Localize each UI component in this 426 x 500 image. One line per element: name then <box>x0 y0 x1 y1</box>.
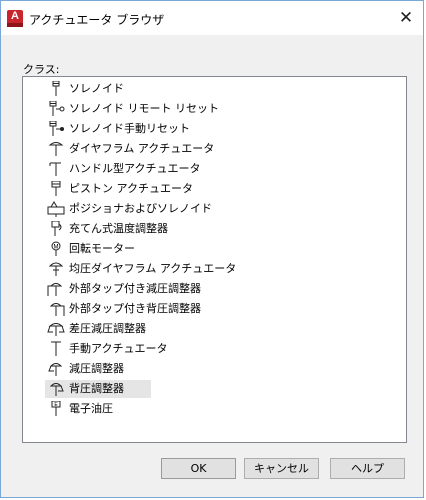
list-item-label: 電子油圧 <box>69 402 113 415</box>
list-item-label: ハンドル型アクチュエータ <box>69 162 201 175</box>
window-title: アクチュエータ ブラウザ <box>29 13 165 27</box>
list-item[interactable]: ピストン アクチュエータ <box>47 179 406 199</box>
list-item-label: ピストン アクチュエータ <box>69 182 193 195</box>
list-item-label: 差圧減圧調整器 <box>69 322 146 335</box>
close-icon: ✕ <box>398 8 414 28</box>
differential-reducing-regulator-icon <box>47 321 65 337</box>
solenoid-manual-reset-icon <box>47 120 65 137</box>
dialog-body: クラス: ソレノイドソレノイド リモート リセット ソレノイド手動リセットダイヤフ… <box>1 35 423 497</box>
svg-text:M: M <box>54 245 59 251</box>
positioner-solenoid-icon <box>47 201 65 217</box>
actuator-browser-dialog: A アクチュエータ ブラウザ ✕ クラス: ソレノイドソレノイド リモート リセ… <box>0 0 424 498</box>
list-item[interactable]: E 電子油圧 <box>47 399 406 419</box>
class-list: ソレノイドソレノイド リモート リセット ソレノイド手動リセットダイヤフラム アク… <box>45 79 406 419</box>
list-item[interactable]: 減圧調整器 <box>47 359 406 379</box>
list-item-label: 減圧調整器 <box>69 362 124 375</box>
list-item-label: ソレノイド手動リセット <box>69 122 190 135</box>
list-item[interactable]: ポジショナおよびソレノイド <box>47 199 406 219</box>
rotary-motor-icon: M <box>47 241 65 257</box>
list-item[interactable]: ダイヤフラム アクチュエータ <box>47 139 406 159</box>
ok-button[interactable]: OK <box>161 458 236 479</box>
list-item[interactable]: 背圧調整器 <box>45 379 406 399</box>
autocad-app-icon: A <box>7 10 23 27</box>
help-button[interactable]: ヘルプ <box>330 458 405 479</box>
class-label: クラス: <box>23 63 60 76</box>
list-item[interactable]: 外部タップ付き背圧調整器 <box>47 299 406 319</box>
filled-temperature-regulator-icon <box>47 220 65 237</box>
handle-actuator-icon <box>47 161 65 177</box>
list-item[interactable]: 外部タップ付き減圧調整器 <box>47 279 406 299</box>
list-item[interactable]: 均圧ダイヤフラム アクチュエータ <box>47 259 406 279</box>
list-item-label: ダイヤフラム アクチュエータ <box>69 142 215 155</box>
list-item[interactable]: ソレノイド <box>47 79 406 99</box>
list-item[interactable]: ハンドル型アクチュエータ <box>47 159 406 179</box>
list-item-label: 外部タップ付き背圧調整器 <box>69 302 201 315</box>
solenoid-remote-reset-icon <box>47 100 65 117</box>
external-tap-back-pressure-regulator-icon <box>47 301 65 317</box>
app-icon-letter: A <box>11 10 19 22</box>
piston-actuator-icon <box>47 180 65 197</box>
list-item[interactable]: ソレノイド リモート リセット <box>47 99 406 119</box>
balanced-diaphragm-actuator-icon <box>47 261 65 277</box>
list-item-label: 均圧ダイヤフラム アクチュエータ <box>69 262 237 275</box>
electro-hydraulic-icon: E <box>47 400 65 417</box>
list-item-label: 回転モーター <box>69 242 135 255</box>
class-listbox[interactable]: ソレノイドソレノイド リモート リセット ソレノイド手動リセットダイヤフラム アク… <box>22 76 407 443</box>
solenoid-icon <box>47 80 65 97</box>
list-item-label: 手動アクチュエータ <box>69 342 168 355</box>
list-item-label: 外部タップ付き減圧調整器 <box>69 282 201 295</box>
list-item-label: ソレノイド <box>69 82 124 95</box>
cancel-button[interactable]: キャンセル <box>244 458 319 479</box>
list-item-label: ソレノイド リモート リセット <box>69 102 219 115</box>
list-item-label: ポジショナおよびソレノイド <box>69 202 212 215</box>
list-item-label: 背圧調整器 <box>69 382 124 395</box>
list-item[interactable]: 差圧減圧調整器 <box>47 319 406 339</box>
title-bar: A アクチュエータ ブラウザ ✕ <box>1 1 423 35</box>
list-item[interactable]: 充てん式温度調整器 <box>47 219 406 239</box>
back-pressure-regulator-icon <box>47 381 65 397</box>
list-item[interactable]: M 回転モーター <box>47 239 406 259</box>
list-item[interactable]: 手動アクチュエータ <box>47 339 406 359</box>
list-item[interactable]: ソレノイド手動リセット <box>47 119 406 139</box>
diaphragm-actuator-icon <box>47 141 65 157</box>
reducing-regulator-icon <box>47 361 65 377</box>
external-tap-reducing-regulator-icon <box>47 281 65 297</box>
list-item-label: 充てん式温度調整器 <box>69 222 168 235</box>
manual-actuator-icon <box>47 341 65 357</box>
close-button[interactable]: ✕ <box>389 1 423 35</box>
